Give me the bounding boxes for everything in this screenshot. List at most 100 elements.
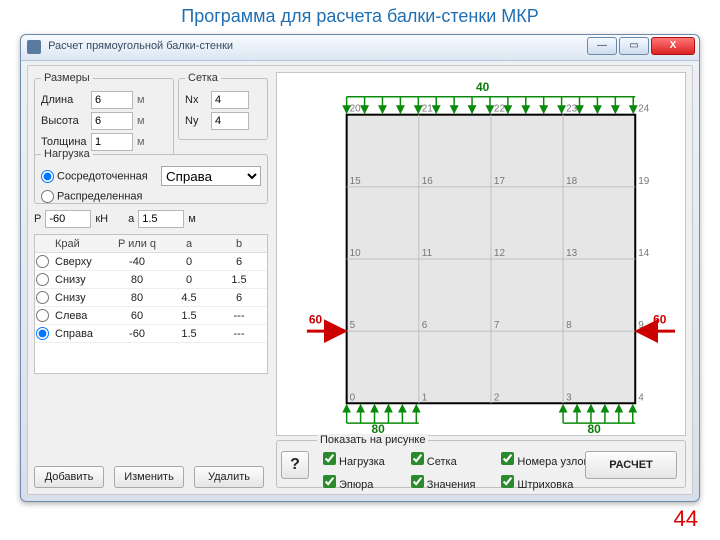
ny-input[interactable] <box>211 112 249 130</box>
node-label: 17 <box>494 176 506 187</box>
node-label: 15 <box>350 176 362 187</box>
radio-conc-label: Сосредоточенная <box>57 170 148 182</box>
close-button[interactable]: X <box>651 37 695 55</box>
table-row[interactable]: Справа-601.5--- <box>35 325 267 343</box>
row-side: Снизу <box>53 292 111 304</box>
show-checkbox[interactable]: Значения <box>407 472 476 491</box>
row-side: Слева <box>53 310 111 322</box>
nx-input[interactable] <box>211 91 249 109</box>
row-b: 6 <box>215 292 263 304</box>
row-side: Снизу <box>53 274 111 286</box>
radio-distributed[interactable]: Распределенная <box>41 190 142 203</box>
row-a: 0 <box>163 274 215 286</box>
app-icon <box>27 40 41 54</box>
height-input[interactable] <box>91 112 133 130</box>
top-load-val: 40 <box>476 80 490 94</box>
help-button[interactable]: ? <box>281 451 309 479</box>
maximize-button[interactable]: ▭ <box>619 37 649 55</box>
row-p: 80 <box>111 274 163 286</box>
table-header: Край P или q a b <box>35 235 267 253</box>
minimize-button[interactable]: — <box>587 37 617 55</box>
node-label: 3 <box>566 392 572 403</box>
show-legend: Показать на рисунке <box>317 434 428 446</box>
check-icon[interactable] <box>323 452 336 465</box>
table-row[interactable]: Слева601.5--- <box>35 307 267 325</box>
show-checkbox[interactable]: Штриховка <box>497 472 589 491</box>
radio-concentrated[interactable]: Сосредоточенная <box>41 170 148 183</box>
delete-button[interactable]: Удалить <box>194 466 264 488</box>
show-checkbox[interactable]: Эпюра <box>319 472 385 491</box>
bot-load-val-r: 80 <box>587 422 601 435</box>
page-heading: Программа для расчета балки-стенки МКР <box>0 6 720 27</box>
row-radio[interactable] <box>36 255 49 268</box>
load-params: P кН a м <box>34 210 196 228</box>
node-label: 16 <box>422 176 434 187</box>
row-side: Сверху <box>53 256 111 268</box>
row-a: 0 <box>163 256 215 268</box>
edit-button[interactable]: Изменить <box>114 466 184 488</box>
row-b: --- <box>215 310 263 322</box>
a-input[interactable] <box>138 210 184 228</box>
left-load-val: 60 <box>309 313 323 327</box>
show-checkbox[interactable]: Сетка <box>407 449 476 468</box>
length-unit: м <box>137 94 145 106</box>
node-label: 21 <box>422 104 434 115</box>
groupbox-load: Нагрузка Сосредоточенная Справа Распреде… <box>34 148 268 204</box>
p-unit: кН <box>95 213 108 225</box>
client-area: Размеры Длина м Высота м Толщина м <box>27 65 693 495</box>
groupbox-show: Показать на рисунке ? НагрузкаСеткаНомер… <box>276 440 686 488</box>
load-table[interactable]: Край P или q a b Сверху-4006Снизу8001.5С… <box>34 234 268 374</box>
node-label: 1 <box>422 392 428 403</box>
node-label: 9 <box>638 320 644 331</box>
row-p: 60 <box>111 310 163 322</box>
height-unit: м <box>137 115 145 127</box>
check-icon[interactable] <box>411 452 424 465</box>
p-input[interactable] <box>45 210 91 228</box>
check-icon[interactable] <box>323 475 336 488</box>
thickness-label: Толщина <box>41 136 87 148</box>
node-label: 19 <box>638 176 650 187</box>
node-label: 0 <box>350 392 356 403</box>
length-input[interactable] <box>91 91 133 109</box>
calc-button[interactable]: РАСЧЕТ <box>585 451 677 479</box>
thickness-unit: м <box>137 136 145 148</box>
node-label: 18 <box>566 176 578 187</box>
diagram: 0123456789101112131415161718192021222324… <box>276 72 686 436</box>
node-label: 10 <box>350 248 362 259</box>
table-row[interactable]: Сверху-4006 <box>35 253 267 271</box>
a-label: a <box>128 213 134 225</box>
check-icon[interactable] <box>501 475 514 488</box>
table-row[interactable]: Снизу8001.5 <box>35 271 267 289</box>
node-label: 23 <box>566 104 578 115</box>
row-p: 80 <box>111 292 163 304</box>
ny-label: Ny <box>185 115 207 127</box>
row-radio[interactable] <box>36 273 49 286</box>
row-a: 1.5 <box>163 310 215 322</box>
check-icon[interactable] <box>411 475 424 488</box>
length-label: Длина <box>41 94 87 106</box>
node-label: 12 <box>494 248 506 259</box>
node-label: 7 <box>494 320 500 331</box>
row-radio[interactable] <box>36 309 49 322</box>
show-checkbox[interactable]: Номера узлов <box>497 449 589 468</box>
row-b: 6 <box>215 256 263 268</box>
node-label: 22 <box>494 104 506 115</box>
row-side: Справа <box>53 328 111 340</box>
show-checkbox[interactable]: Нагрузка <box>319 449 385 468</box>
dims-legend: Размеры <box>41 72 93 84</box>
a-unit: м <box>188 213 196 225</box>
add-button[interactable]: Добавить <box>34 466 104 488</box>
node-label: 4 <box>638 392 644 403</box>
titlebar[interactable]: Расчет прямоугольной балки-стенки — ▭ X <box>21 35 699 61</box>
row-p: -40 <box>111 256 163 268</box>
node-label: 8 <box>566 320 572 331</box>
direction-select[interactable]: Справа <box>161 166 261 186</box>
check-icon[interactable] <box>501 452 514 465</box>
node-label: 13 <box>566 248 578 259</box>
row-radio[interactable] <box>36 327 49 340</box>
app-window: Расчет прямоугольной балки-стенки — ▭ X … <box>20 34 700 502</box>
node-label: 5 <box>350 320 356 331</box>
row-radio[interactable] <box>36 291 49 304</box>
table-row[interactable]: Снизу804.56 <box>35 289 267 307</box>
grid-legend: Сетка <box>185 72 221 84</box>
